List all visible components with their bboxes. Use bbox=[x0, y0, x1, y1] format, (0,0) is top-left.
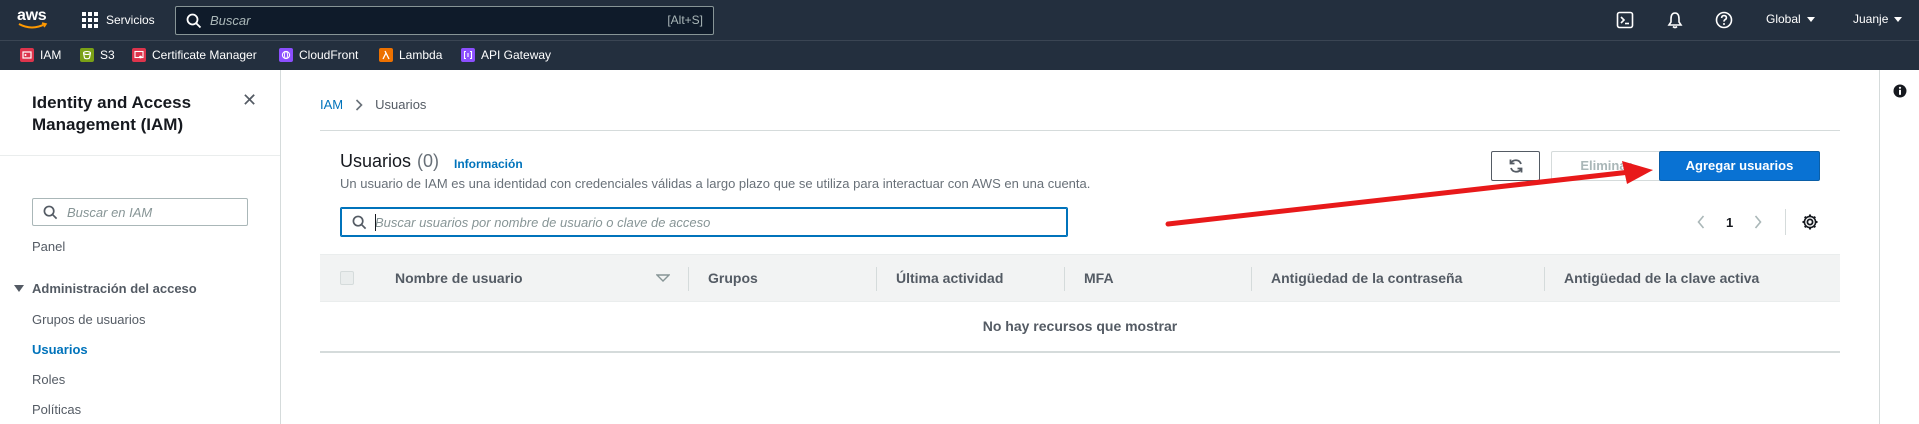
certificate-manager-service-icon bbox=[132, 48, 146, 62]
aws-smile-icon bbox=[18, 22, 48, 29]
favorite-lambda[interactable]: Lambda bbox=[379, 48, 442, 62]
sidebar-item-user-groups[interactable]: Grupos de usuarios bbox=[32, 312, 145, 327]
column-divider bbox=[1064, 267, 1065, 291]
sidebar-section-label: Administración del acceso bbox=[32, 281, 197, 296]
favorite-cloudfront[interactable]: CloudFront bbox=[279, 48, 358, 62]
sidebar-item-policies[interactable]: Políticas bbox=[32, 402, 81, 417]
favorite-certificate-manager[interactable]: Certificate Manager bbox=[132, 48, 257, 62]
favorite-label: S3 bbox=[100, 48, 115, 62]
users-title: Usuarios bbox=[340, 151, 412, 171]
api-gateway-service-icon bbox=[461, 48, 475, 62]
favorite-label: API Gateway bbox=[481, 48, 552, 62]
sort-descending-icon[interactable] bbox=[656, 274, 670, 282]
favorite-api-gateway[interactable]: API Gateway bbox=[461, 48, 551, 62]
delete-button[interactable]: Eliminar bbox=[1551, 151, 1661, 181]
info-link[interactable]: Información bbox=[454, 157, 523, 171]
favorite-label: CloudFront bbox=[299, 48, 359, 62]
iam-sidebar: Identity and Access Management (IAM) ✕ P… bbox=[0, 70, 281, 424]
search-icon bbox=[186, 13, 202, 29]
aws-logo[interactable]: aws bbox=[16, 7, 52, 33]
column-divider bbox=[876, 267, 877, 291]
chevron-left-icon bbox=[1697, 215, 1705, 229]
previous-page-button[interactable] bbox=[1694, 212, 1708, 232]
sidebar-item-panel[interactable]: Panel bbox=[32, 239, 65, 254]
account-menu[interactable]: Juanje bbox=[1853, 12, 1903, 26]
global-search-input[interactable] bbox=[210, 11, 610, 30]
close-icon[interactable]: ✕ bbox=[242, 90, 257, 111]
page-number[interactable]: 1 bbox=[1726, 215, 1733, 230]
column-divider bbox=[1544, 267, 1545, 291]
column-header-groups[interactable]: Grupos bbox=[708, 270, 758, 286]
help-icon[interactable] bbox=[1715, 11, 1733, 29]
cloudshell-icon[interactable] bbox=[1616, 11, 1634, 29]
s3-service-icon bbox=[80, 48, 94, 62]
sidebar-item-users[interactable]: Usuarios bbox=[32, 342, 88, 357]
services-grid-icon bbox=[82, 12, 98, 28]
right-tools-rail bbox=[1879, 70, 1919, 424]
favorite-s3[interactable]: S3 bbox=[80, 48, 115, 62]
users-table-header: Nombre de usuario Grupos Última activida… bbox=[320, 254, 1840, 302]
sidebar-section-access-management[interactable]: Administración del acceso bbox=[14, 281, 197, 296]
select-all-checkbox[interactable] bbox=[340, 271, 354, 285]
column-divider bbox=[688, 267, 689, 291]
sidebar-divider bbox=[0, 155, 280, 156]
favorites-bar: IAM S3 Certificate Manager CloudFront La… bbox=[0, 40, 1919, 70]
pagination: 1 bbox=[1694, 212, 1765, 232]
region-selector[interactable]: Global bbox=[1766, 12, 1815, 26]
text-cursor bbox=[375, 214, 376, 231]
breadcrumb-iam-link[interactable]: IAM bbox=[320, 97, 343, 112]
users-filter-box[interactable] bbox=[340, 207, 1068, 237]
global-search-box[interactable]: [Alt+S] bbox=[175, 6, 714, 35]
column-header-last-activity[interactable]: Última actividad bbox=[896, 270, 1003, 286]
settings-gear-icon[interactable] bbox=[1801, 213, 1819, 231]
next-page-button[interactable] bbox=[1751, 212, 1765, 232]
breadcrumb-current: Usuarios bbox=[375, 97, 427, 112]
column-header-mfa[interactable]: MFA bbox=[1084, 270, 1114, 286]
chevron-right-icon bbox=[356, 98, 363, 111]
info-icon[interactable] bbox=[1893, 84, 1907, 98]
breadcrumb: IAM Usuarios bbox=[320, 97, 426, 112]
cloudfront-service-icon bbox=[279, 48, 293, 62]
column-header-password-age[interactable]: Antigüedad de la contraseña bbox=[1271, 270, 1462, 286]
favorite-label: Lambda bbox=[399, 48, 443, 62]
search-shortcut-hint: [Alt+S] bbox=[667, 13, 703, 27]
favorite-label: IAM bbox=[40, 48, 62, 62]
sidebar-item-roles[interactable]: Roles bbox=[32, 372, 65, 387]
caret-down-icon bbox=[14, 285, 24, 292]
users-description: Un usuario de IAM es una identidad con c… bbox=[340, 176, 1091, 191]
column-header-active-key-age[interactable]: Antigüedad de la clave activa bbox=[1564, 270, 1759, 286]
refresh-button[interactable] bbox=[1491, 151, 1540, 181]
page-title: Usuarios (0) bbox=[340, 151, 439, 172]
refresh-icon bbox=[1509, 159, 1522, 173]
table-bottom-border bbox=[320, 351, 1840, 353]
top-navigation-bar: aws Servicios [Alt+S] Global bbox=[0, 0, 1919, 40]
services-menu-button[interactable]: Servicios bbox=[82, 9, 155, 31]
empty-state-message: No hay recursos que mostrar bbox=[982, 318, 1178, 334]
region-label: Global bbox=[1766, 12, 1801, 26]
add-users-button[interactable]: Agregar usuarios bbox=[1659, 151, 1820, 181]
caret-down-icon bbox=[1806, 16, 1815, 22]
sidebar-search-input[interactable] bbox=[67, 204, 237, 221]
caret-down-icon bbox=[1894, 16, 1903, 22]
notifications-bell-icon[interactable] bbox=[1666, 11, 1684, 29]
favorite-iam[interactable]: IAM bbox=[20, 48, 61, 62]
chevron-right-icon bbox=[1755, 215, 1762, 229]
users-count: (0) bbox=[417, 151, 440, 171]
users-filter-input[interactable] bbox=[375, 214, 1035, 231]
column-header-username[interactable]: Nombre de usuario bbox=[395, 270, 523, 286]
user-label: Juanje bbox=[1853, 12, 1889, 26]
search-icon bbox=[352, 215, 367, 230]
sidebar-search-box[interactable] bbox=[32, 198, 248, 226]
services-label: Servicios bbox=[106, 13, 155, 27]
column-divider bbox=[1251, 267, 1252, 291]
pagination-divider bbox=[1785, 209, 1786, 235]
favorite-label: Certificate Manager bbox=[152, 48, 257, 62]
sidebar-title: Identity and Access Management (IAM) bbox=[32, 93, 192, 134]
iam-service-icon bbox=[20, 48, 34, 62]
search-icon bbox=[43, 205, 58, 220]
lambda-service-icon bbox=[379, 48, 393, 62]
